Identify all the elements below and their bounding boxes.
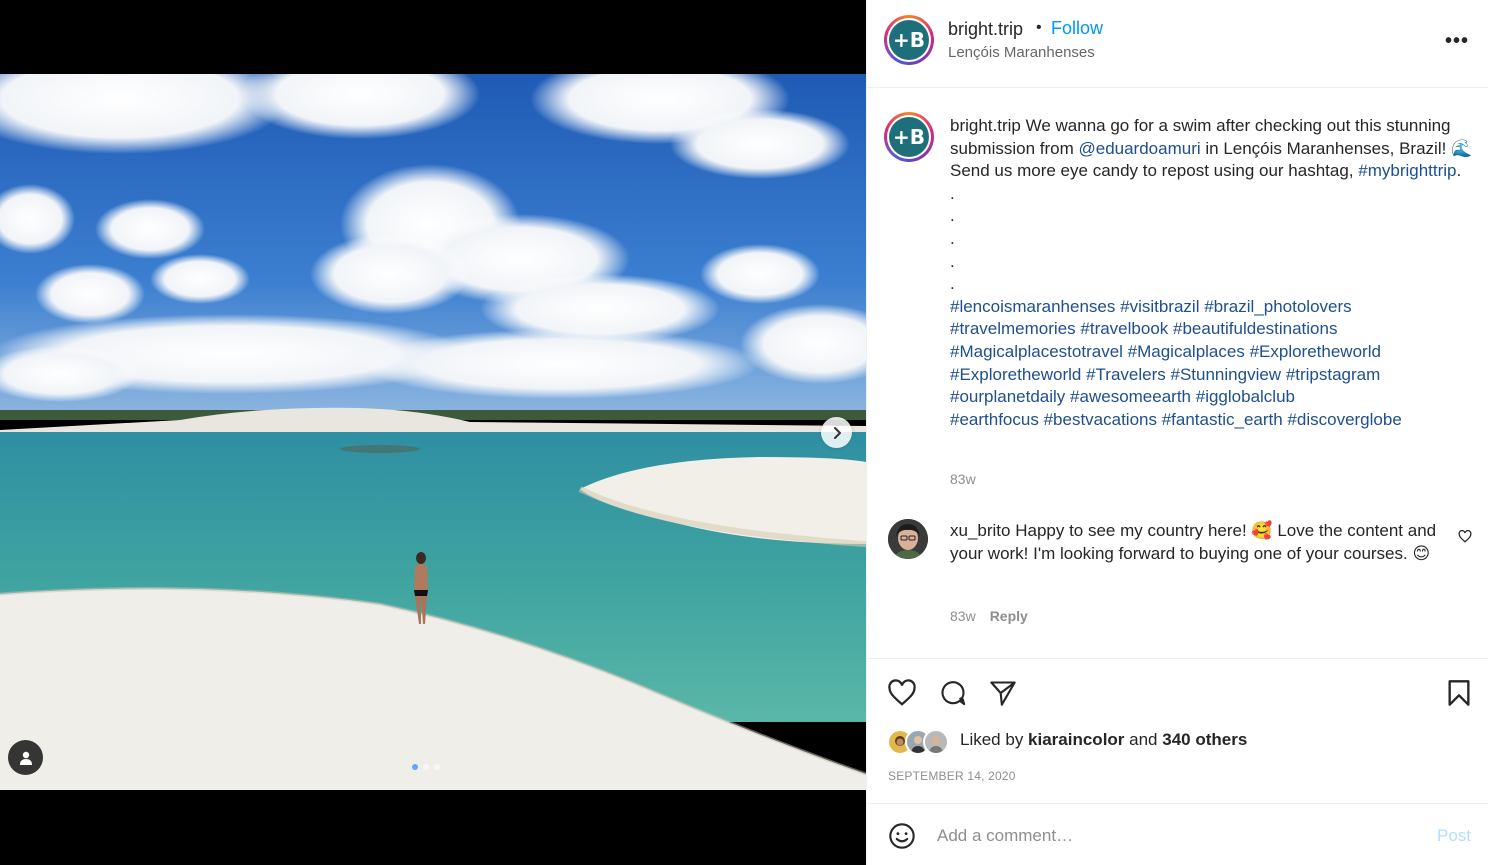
- post-date[interactable]: SEPTEMBER 14, 2020: [888, 769, 1016, 783]
- commenter-username[interactable]: xu_brito: [950, 521, 1010, 540]
- smiley-icon: [889, 823, 915, 849]
- caption-hashtag[interactable]: #Stunningview: [1171, 365, 1282, 384]
- user-icon: [19, 751, 32, 765]
- hashtag-line: #earthfocus #bestvacations #fantastic_ea…: [950, 409, 1475, 432]
- caption-hashtag[interactable]: #Travelers: [1086, 365, 1166, 384]
- liker-avatar: [923, 729, 949, 755]
- carousel-dot: [423, 764, 429, 770]
- caption-hashtag[interactable]: #visitbrazil: [1120, 297, 1199, 316]
- caption-hashtag[interactable]: #discoverglobe: [1287, 410, 1401, 429]
- more-options-icon[interactable]: •••: [1445, 30, 1469, 53]
- commenter-avatar[interactable]: [888, 519, 928, 559]
- chevron-right-icon: [833, 426, 841, 439]
- separator-dot: •: [1036, 19, 1042, 36]
- caption-dot: .: [950, 274, 955, 294]
- caption-hashtag[interactable]: #Exploretheworld: [950, 365, 1081, 384]
- heart-icon: [888, 679, 916, 706]
- reply-button[interactable]: Reply: [990, 608, 1028, 624]
- likes-middle: and: [1124, 730, 1163, 749]
- heart-icon: [1458, 529, 1472, 543]
- caption-dot: .: [950, 228, 955, 248]
- comment-button[interactable]: [938, 679, 968, 712]
- post-header: +B bright.trip • Follow Lençóis Maranhen…: [867, 0, 1488, 88]
- post-media: [0, 0, 866, 865]
- carousel-indicator: [412, 764, 440, 770]
- caption-dot: .: [950, 206, 955, 226]
- share-button[interactable]: [988, 679, 1018, 712]
- paper-plane-icon: [990, 681, 1016, 706]
- follow-button[interactable]: Follow: [1051, 18, 1103, 39]
- caption-hashtag[interactable]: #beautifuldestinations: [1173, 319, 1337, 338]
- hashtag-line: #Magicalplacestotravel #Magicalplaces #E…: [950, 341, 1475, 364]
- caption-username[interactable]: bright.trip: [950, 116, 1021, 135]
- caption-hashtag[interactable]: #Magicalplacestotravel: [950, 342, 1123, 361]
- comment-meta: 83w Reply: [950, 608, 1028, 624]
- author-avatar[interactable]: +B: [884, 15, 934, 65]
- hashtag-line: #ourplanetdaily #awesomeearth #igglobalc…: [950, 386, 1475, 409]
- likes-summary: Liked by kiaraincolor and 340 others: [960, 730, 1247, 750]
- caption-hashtag[interactable]: #tripstagram: [1286, 365, 1380, 384]
- caption-hashtag[interactable]: #Magicalplaces: [1128, 342, 1245, 361]
- add-comment-bar: Post: [867, 803, 1488, 865]
- caption-hashtag[interactable]: #awesomeearth: [1070, 387, 1191, 406]
- caption-hashtag[interactable]: #Exploretheworld: [1250, 342, 1381, 361]
- caption-block: +B bright.trip We wanna go for a swim af…: [867, 88, 1488, 658]
- caption-author-logo: +B: [889, 117, 929, 157]
- caption-hashtag[interactable]: #igglobalclub: [1196, 387, 1295, 406]
- hashtag-list: #lencoismaranhenses #visitbrazil #brazil…: [950, 296, 1475, 432]
- caption-hashtag[interactable]: #lencoismaranhenses: [950, 297, 1115, 316]
- hashtag-line: #lencoismaranhenses #visitbrazil #brazil…: [950, 296, 1475, 319]
- caption-mention[interactable]: @eduardoamuri: [1078, 139, 1200, 158]
- comment-like-button[interactable]: [1458, 529, 1472, 548]
- emoji-button[interactable]: [888, 822, 916, 855]
- caption-hashtag[interactable]: #earthfocus: [950, 410, 1039, 429]
- like-button[interactable]: [887, 679, 917, 712]
- beach-lagoon-photo: [0, 74, 866, 790]
- post-comment-button[interactable]: Post: [1437, 826, 1471, 846]
- caption-hashtag[interactable]: #mybrighttrip: [1358, 161, 1456, 180]
- hashtag-line: #travelmemories #travelbook #beautifulde…: [950, 318, 1475, 341]
- caption-dot: .: [950, 251, 955, 271]
- comment-timestamp[interactable]: 83w: [950, 608, 976, 624]
- likes-prefix: Liked by: [960, 730, 1029, 749]
- post-actions: Liked by kiaraincolor and 340 others SEP…: [867, 658, 1488, 803]
- author-username[interactable]: bright.trip: [948, 19, 1023, 40]
- caption-dot: .: [950, 183, 955, 203]
- author-logo: +B: [889, 20, 929, 60]
- comment-body: Happy to see my country here! 🥰 Love the…: [950, 521, 1437, 563]
- post-caption: bright.trip We wanna go for a swim after…: [950, 115, 1475, 431]
- caption-hashtag[interactable]: #brazil_photolovers: [1204, 297, 1351, 316]
- commenter-avatar-image: [888, 519, 928, 559]
- caption-timestamp[interactable]: 83w: [950, 471, 976, 487]
- next-slide-button[interactable]: [821, 417, 852, 448]
- caption-hashtag[interactable]: #travelbook: [1080, 319, 1168, 338]
- caption-hashtag[interactable]: #ourplanetdaily: [950, 387, 1065, 406]
- carousel-dot: [434, 764, 440, 770]
- caption-hashtag[interactable]: #travelmemories: [950, 319, 1076, 338]
- caption-text: .: [1456, 161, 1462, 181]
- comment-text: xu_brito Happy to see my country here! 🥰…: [950, 520, 1440, 565]
- post-side-panel: +B bright.trip • Follow Lençóis Maranhen…: [866, 0, 1488, 865]
- post-photo[interactable]: [0, 74, 866, 790]
- caption-hashtag[interactable]: #bestvacations: [1044, 410, 1157, 429]
- comment-input[interactable]: [937, 821, 1417, 851]
- liker-avatars[interactable]: [887, 729, 949, 755]
- liker-username[interactable]: kiaraincolor: [1028, 730, 1124, 749]
- tagged-users-button[interactable]: [8, 740, 43, 775]
- hashtag-line: #Exploretheworld #Travelers #Stunningvie…: [950, 364, 1475, 387]
- speech-bubble-icon: [941, 681, 966, 706]
- caption-hashtag[interactable]: #fantastic_earth: [1162, 410, 1283, 429]
- caption-author-avatar[interactable]: +B: [884, 112, 934, 162]
- carousel-dot-active: [412, 764, 418, 770]
- post-location[interactable]: Lençóis Maranhenses: [948, 44, 1095, 61]
- save-button[interactable]: [1446, 679, 1472, 712]
- likes-others[interactable]: 340 others: [1162, 730, 1247, 749]
- bookmark-icon: [1448, 680, 1470, 706]
